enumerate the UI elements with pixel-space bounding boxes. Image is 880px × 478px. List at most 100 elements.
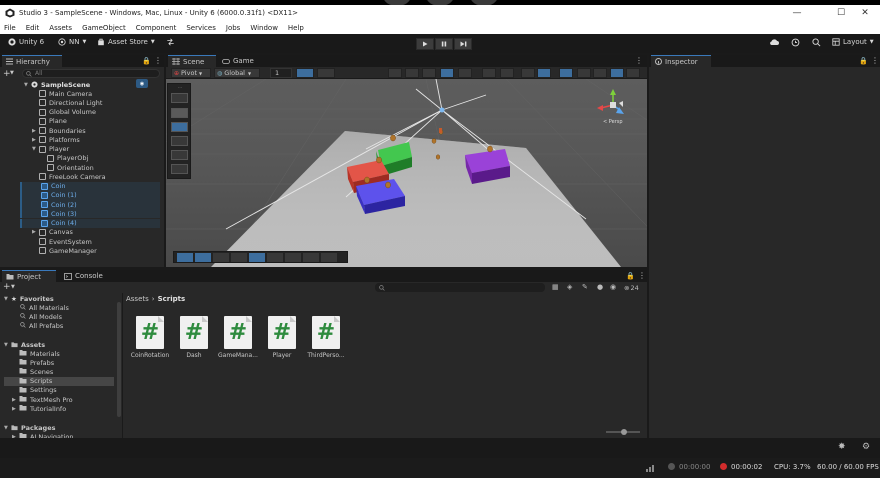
menu-edit[interactable]: Edit — [26, 24, 40, 32]
favorites-item[interactable]: All Materials — [20, 303, 69, 312]
layout-dropdown[interactable]: Layout ▼ — [832, 38, 874, 46]
menu-file[interactable]: File — [4, 24, 16, 32]
overlay-tool-3[interactable] — [213, 253, 229, 262]
script-asset-tile[interactable]: # ThirdPerso... — [306, 316, 346, 366]
favorites-header[interactable]: ▼ ★ Favorites — [4, 294, 54, 303]
chevron-right-icon[interactable]: ▶ — [12, 397, 17, 403]
hierarchy-item[interactable]: Plane — [32, 117, 67, 126]
minimize-button[interactable]: — — [782, 5, 812, 21]
scale-tool-button[interactable] — [171, 150, 188, 160]
tab-console[interactable]: Console — [60, 270, 110, 282]
scene-view-option-button[interactable] — [422, 68, 436, 78]
hierarchy-item[interactable]: Global Volume — [32, 108, 96, 117]
assets-folder-item[interactable]: ▶ TextMesh Pro — [12, 395, 73, 404]
kebab-menu-icon[interactable]: ⋮ — [154, 56, 162, 65]
hierarchy-item[interactable]: ▶ Boundaries — [32, 126, 86, 135]
menu-gameobject[interactable]: GameObject — [82, 24, 126, 32]
overlay-tool-6[interactable] — [267, 253, 283, 262]
chevron-down-icon[interactable]: ▼ — [11, 284, 15, 290]
scene-view-option-button[interactable] — [405, 68, 419, 78]
drag-handle-icon[interactable]: ··· — [168, 84, 192, 90]
hierarchy-item[interactable]: Coin — [20, 181, 160, 191]
chevron-right-icon[interactable]: ▶ — [32, 229, 37, 235]
menu-component[interactable]: Component — [136, 24, 177, 32]
account-dropdown[interactable]: NN ▼ — [58, 38, 86, 46]
menu-help[interactable]: Help — [288, 24, 304, 32]
overlay-tool-7[interactable] — [285, 253, 301, 262]
scene-view-option-button[interactable] — [458, 68, 472, 78]
kebab-menu-icon[interactable]: ⋮ — [638, 271, 646, 280]
folder-tree-scrollbar[interactable] — [117, 302, 121, 417]
step-button[interactable] — [454, 38, 472, 50]
scene-view-option-button[interactable] — [577, 68, 591, 78]
bug-icon[interactable]: ✸ — [838, 442, 846, 452]
assets-folder-item[interactable]: Scenes — [12, 367, 53, 376]
star-filter-icon[interactable]: ● — [597, 283, 607, 292]
scene-view-option-button[interactable] — [610, 68, 624, 78]
script-asset-tile[interactable]: # CoinRotation — [130, 316, 170, 366]
unity-account-button[interactable]: Unity 6 — [8, 38, 44, 46]
assets-folder-item[interactable]: Prefabs — [12, 358, 54, 367]
label-filter-icon[interactable]: ✎ — [582, 283, 592, 292]
kebab-menu-icon[interactable]: ⋮ — [635, 56, 643, 65]
asset-store-button[interactable]: Asset Store ▼ — [97, 38, 155, 46]
assets-folder-item[interactable]: Scripts — [4, 376, 114, 386]
overlay-tool-5[interactable] — [249, 253, 265, 262]
hierarchy-item[interactable]: Directional Light — [32, 98, 102, 107]
create-button[interactable]: + — [3, 282, 11, 292]
hand-tool-button[interactable] — [171, 108, 188, 118]
script-asset-tile[interactable]: # Dash — [174, 316, 214, 366]
script-asset-tile[interactable]: # GameMana... — [218, 316, 258, 366]
chevron-right-icon[interactable]: ▶ — [12, 406, 17, 412]
hierarchy-item[interactable]: ▼ Player — [32, 145, 69, 154]
favorites-item[interactable]: All Prefabs — [20, 321, 63, 330]
script-asset-tile[interactable]: # Player — [262, 316, 302, 366]
version-control-button[interactable] — [166, 38, 175, 46]
menu-window[interactable]: Window — [250, 24, 278, 32]
packages-header[interactable]: ▼ Packages — [4, 423, 55, 432]
tab-scene[interactable]: Scene — [168, 55, 216, 67]
type-filter-icon[interactable]: ◈ — [567, 283, 577, 292]
history-button[interactable] — [791, 38, 800, 47]
rect-tool-button[interactable] — [171, 164, 188, 174]
eye-icon[interactable]: ◉ — [610, 283, 620, 292]
kebab-menu-icon[interactable]: ⋮ — [871, 56, 879, 65]
overlay-tool-8[interactable] — [303, 253, 319, 262]
tab-game[interactable]: Game — [218, 55, 262, 67]
record-icon[interactable] — [720, 463, 727, 470]
assets-folder-item[interactable]: ▶ TutorialInfo — [12, 404, 66, 413]
cloud-button[interactable] — [769, 38, 779, 46]
tab-hierarchy[interactable]: Hierarchy — [2, 55, 62, 67]
hierarchy-item[interactable]: Orientation — [40, 163, 94, 172]
scene-visibility-icon[interactable]: ◉ — [136, 79, 148, 88]
lock-icon[interactable]: 🔒 — [142, 57, 151, 65]
lock-icon[interactable]: 🔒 — [859, 57, 868, 65]
hierarchy-item[interactable]: Coin (1) — [20, 190, 160, 200]
favorites-item[interactable]: All Models — [20, 312, 62, 321]
pause-button[interactable] — [435, 38, 453, 50]
breadcrumb-assets[interactable]: Assets — [126, 295, 149, 303]
hierarchy-search-input[interactable]: All — [22, 69, 160, 78]
play-button[interactable] — [416, 38, 434, 50]
rotate-tool-button[interactable] — [171, 136, 188, 146]
hierarchy-item[interactable]: Coin (4) — [20, 218, 160, 228]
scene-view-option-button[interactable] — [500, 68, 514, 78]
hierarchy-item[interactable]: Coin (3) — [20, 209, 160, 219]
assets-folder-item[interactable]: Materials — [12, 349, 60, 358]
snap-settings-toggle[interactable] — [317, 68, 335, 78]
scene-view-option-button[interactable] — [593, 68, 607, 78]
close-button[interactable]: ✕ — [850, 5, 880, 21]
scene-view-option-button[interactable] — [559, 68, 573, 78]
menu-services[interactable]: Services — [186, 24, 216, 32]
hierarchy-item[interactable]: GameManager — [32, 246, 97, 255]
hierarchy-item[interactable]: Main Camera — [32, 89, 92, 98]
grid-snap-input[interactable]: 1 — [270, 68, 292, 78]
project-search-input[interactable] — [375, 283, 545, 292]
assets-header[interactable]: ▼ Assets — [4, 340, 45, 349]
tab-project[interactable]: Project — [2, 270, 56, 282]
scene-view-option-button[interactable] — [388, 68, 402, 78]
hierarchy-scene-row[interactable]: ▼ SampleScene ◉ — [24, 79, 148, 89]
overlay-tool-1[interactable] — [177, 253, 193, 262]
scene-view-option-button[interactable] — [521, 68, 535, 78]
overlay-tool-4[interactable] — [231, 253, 247, 262]
